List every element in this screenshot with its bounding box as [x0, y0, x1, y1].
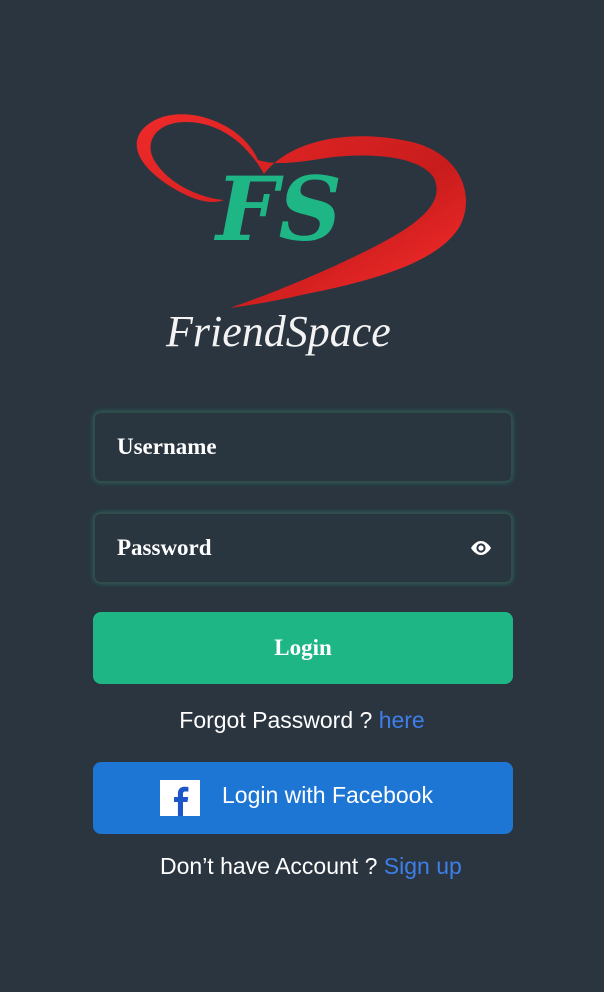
friendspace-logo: FS FriendSpace	[130, 98, 474, 368]
forgot-password-text: Forgot Password ?	[179, 707, 379, 733]
username-input[interactable]	[117, 413, 457, 481]
password-input[interactable]	[117, 514, 457, 582]
signup-row: Don’t have Account ? Sign up	[160, 853, 462, 880]
signup-link[interactable]: Sign up	[384, 853, 462, 879]
brand-name: FriendSpace	[165, 307, 391, 356]
facebook-icon	[160, 780, 200, 816]
facebook-login-label: Login with Facebook	[222, 782, 433, 808]
facebook-login-button[interactable]: Login with Facebook	[93, 762, 513, 834]
password-field	[93, 512, 513, 584]
eye-icon[interactable]	[469, 538, 493, 558]
forgot-password-link[interactable]: here	[379, 707, 425, 733]
login-screen: FS FriendSpace Login Forgot Password ? h…	[0, 0, 604, 992]
login-button[interactable]: Login	[93, 612, 513, 684]
fs-monogram: FS	[213, 157, 342, 261]
heart-logo-graphic: FS FriendSpace	[136, 114, 466, 356]
forgot-password-row: Forgot Password ? here	[0, 707, 604, 734]
username-field	[93, 411, 513, 483]
signup-text: Don’t have Account ?	[160, 853, 384, 879]
